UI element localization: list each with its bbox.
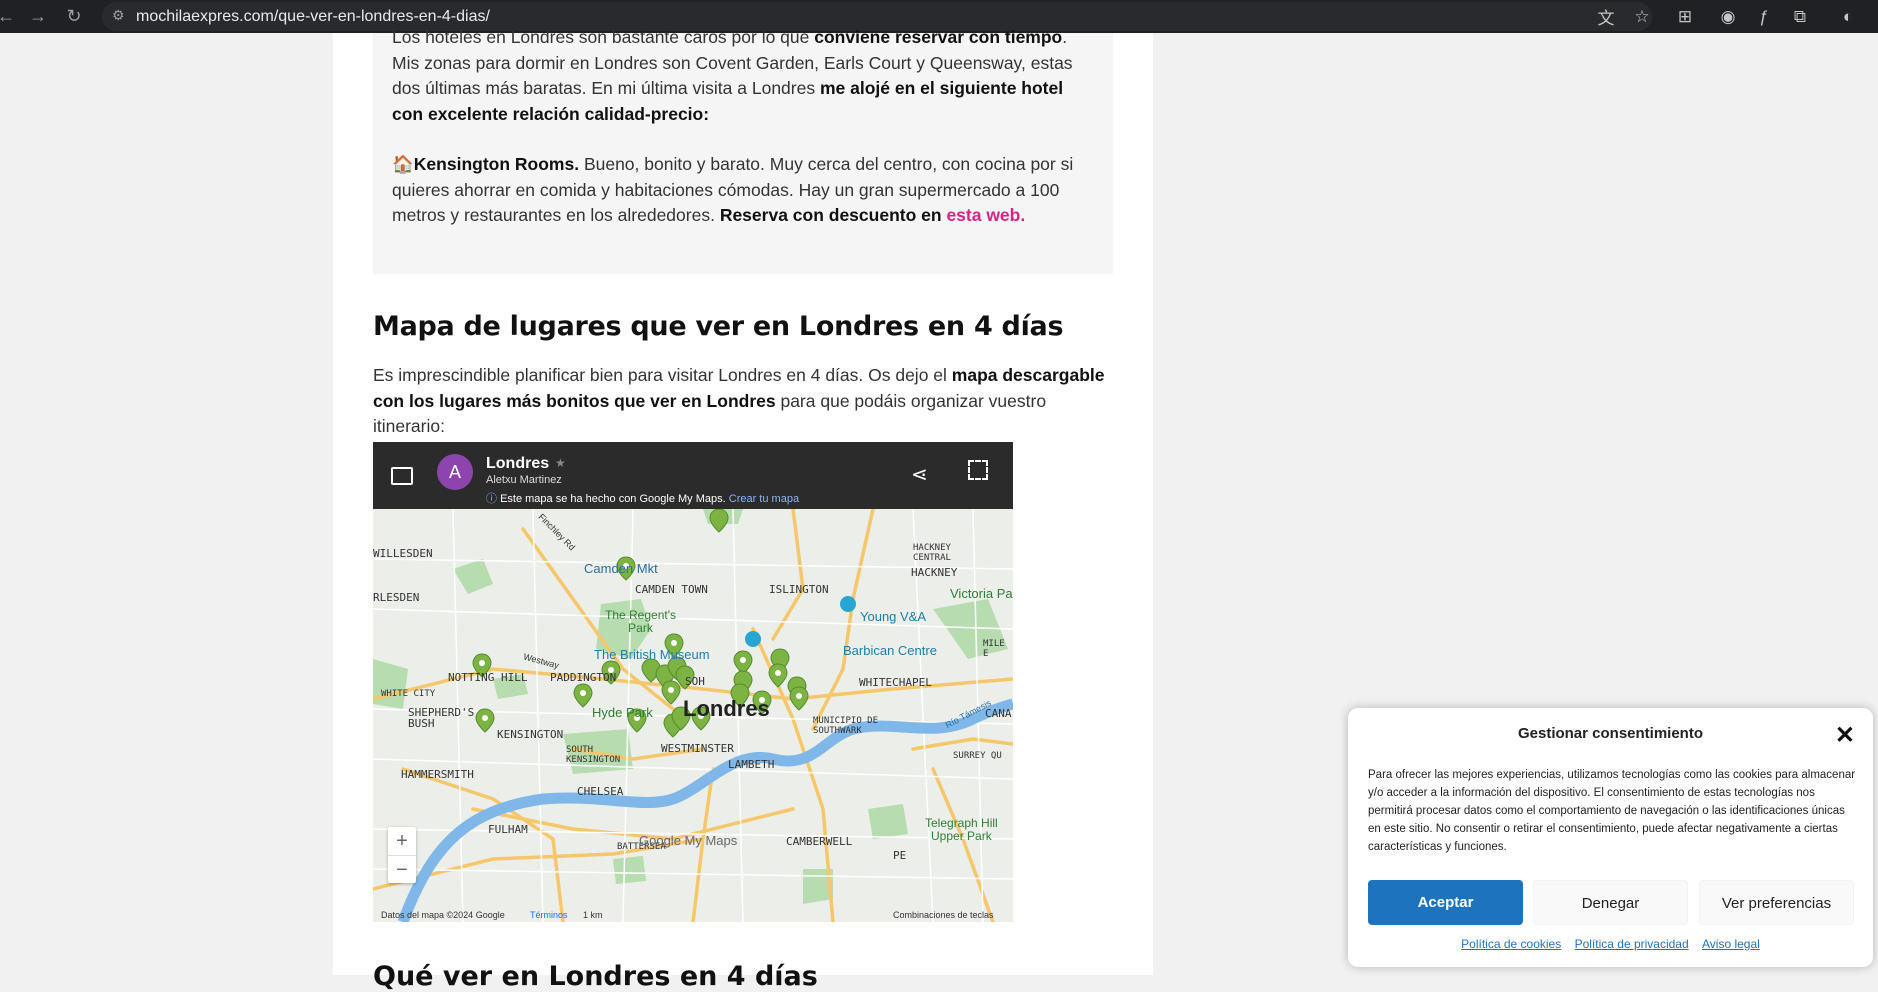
privacy-policy-link[interactable]: Política de privacidad — [1575, 937, 1689, 951]
map-label: WHITECHAPEL — [859, 676, 932, 689]
map-scale: 1 km — [583, 910, 603, 920]
map-title: Londres — [486, 455, 550, 472]
info-icon: ⓘ — [486, 493, 497, 505]
map-label: HAMMERSMITH — [401, 768, 474, 781]
house-icon: 🏠 — [392, 154, 414, 174]
map-label: SOH — [685, 675, 705, 688]
next-section-heading: Qué ver en Londres en 4 días — [373, 961, 818, 992]
map-author: Aletxu Martinez — [486, 474, 562, 486]
close-icon[interactable]: ✕ — [1835, 721, 1855, 750]
map-label: The British Museum — [594, 647, 710, 662]
map-copyright: Datos del mapa ©2024 Google — [381, 910, 505, 920]
map-label: WHITE CITY — [381, 689, 436, 699]
share-icon[interactable]: ⋖ — [911, 462, 928, 487]
consent-links: Política de cookies Política de privacid… — [1348, 937, 1873, 951]
cookie-policy-link[interactable]: Política de cookies — [1461, 937, 1561, 951]
avatar[interactable]: A — [437, 454, 473, 490]
google-my-maps-brand: Google My Maps — [639, 833, 738, 848]
bookmark-star-icon[interactable]: ☆ — [1624, 7, 1660, 27]
map-label: Victoria Pa — [950, 586, 1013, 601]
preferences-button[interactable]: Ver preferencias — [1699, 880, 1854, 925]
kensington-paragraph: 🏠Kensington Rooms. Bueno, bonito y barat… — [392, 154, 1074, 225]
zoom-controls: + − — [388, 827, 416, 883]
map-label: WESTMINSTER — [661, 742, 734, 755]
map-label: HACKNEY — [911, 566, 958, 579]
map-label: FULHAM — [488, 823, 528, 836]
map-label: Hyde Park — [592, 705, 653, 720]
map-note: ⓘ Este mapa se ha hecho con Google My Ma… — [486, 493, 800, 505]
profile-icon[interactable]: ◐ — [1818, 7, 1878, 27]
star-icon[interactable]: ★ — [555, 456, 566, 470]
map-label: Young V&A — [860, 609, 927, 624]
map-label: Barbican Centre — [843, 643, 937, 658]
map-footer: Datos del mapa ©2024 Google Términos 1 k… — [373, 908, 1013, 922]
zoom-in-button[interactable]: + — [388, 827, 416, 855]
puzzle-icon[interactable]: ⧉ — [1782, 7, 1818, 27]
zoom-out-button[interactable]: − — [388, 855, 416, 883]
formula-extension-icon[interactable]: ƒ — [1746, 7, 1782, 27]
translate-icon[interactable]: 文 — [1588, 4, 1624, 29]
map-header: A Londres ★ Aletxu Martinez ⓘ Este mapa … — [373, 442, 1013, 509]
map-label: CAMDEN TOWN — [635, 583, 708, 596]
legend-panel-icon[interactable] — [391, 467, 413, 485]
map-label: PADDINGTON — [550, 671, 617, 684]
embedded-map[interactable]: WILLESDEN Camden Mkt CAMDEN TOWN ISLINGT… — [373, 442, 1013, 922]
reload-icon[interactable]: ↻ — [60, 0, 88, 33]
map-label: Westway — [522, 651, 561, 671]
extension-icon[interactable]: ⊞ — [1660, 7, 1710, 27]
map-label: SOUTH KENSINGTON — [566, 745, 621, 765]
map-label: Finchley Rd — [536, 511, 578, 553]
back-icon[interactable]: ← — [0, 0, 20, 33]
map-label: WILLESDEN — [373, 547, 433, 560]
forward-icon[interactable]: → — [24, 0, 52, 33]
site-settings-icon[interactable]: ⚙ — [112, 7, 128, 23]
color-extension-icon[interactable]: ◉ — [1710, 7, 1746, 27]
map-label: CAMBERWELL — [786, 835, 853, 848]
consent-title: Gestionar consentimiento — [1517, 725, 1704, 742]
legal-notice-link[interactable]: Aviso legal — [1702, 937, 1760, 951]
map-label: RLESDEN — [373, 591, 420, 604]
map-label: CHELSEA — [577, 785, 624, 798]
consent-text: Para ofrecer las mejores experiencias, u… — [1368, 769, 1856, 853]
map-label: SHEPHERD'S BUSH — [408, 706, 475, 730]
keyboard-shortcuts-link[interactable]: Combinaciones de teclas — [893, 910, 994, 920]
section-heading: Mapa de lugares que ver en Londres en 4 … — [373, 311, 1064, 342]
article-page: Los hoteles en Londres son bastante caro… — [333, 27, 1153, 992]
map-label: HACKNEY CENTRAL — [913, 543, 951, 563]
url-text: mochilaexpres.com/que-ver-en-londres-en-… — [136, 7, 490, 25]
booking-link[interactable]: esta web. — [946, 205, 1025, 225]
accept-button[interactable]: Aceptar — [1368, 880, 1523, 925]
map-label: NOTTING HILL — [448, 671, 528, 684]
create-map-link[interactable]: Crear tu mapa — [729, 493, 799, 505]
terms-link[interactable]: Términos — [530, 910, 568, 920]
map-label: SURREY QU — [953, 751, 1002, 761]
map-label: PE — [893, 849, 907, 862]
map-label: KENSINGTON — [497, 728, 564, 741]
map-label: CANA — [985, 707, 1012, 720]
map-label: Londres — [683, 696, 770, 721]
deny-button[interactable]: Denegar — [1533, 880, 1688, 925]
map-label: Telegraph Hill Upper Park — [925, 816, 998, 843]
map-label: Camden Mkt — [584, 561, 658, 576]
map-label: The Regent's Park — [605, 608, 676, 635]
map-canvas[interactable]: WILLESDEN Camden Mkt CAMDEN TOWN ISLINGT… — [373, 507, 1013, 922]
cookie-consent-dialog: Gestionar consentimiento ✕ Para ofrecer … — [1348, 708, 1873, 967]
hotel-paragraph: Los hoteles en Londres son bastante caro… — [392, 27, 1073, 124]
map-intro-paragraph: Es imprescindible planificar bien para v… — [373, 365, 1105, 436]
map-label: MILE E — [983, 639, 1005, 659]
fullscreen-icon[interactable] — [968, 460, 988, 480]
map-label: MUNICIPIO DE SOUTHWARK — [813, 716, 879, 736]
map-label: ISLINGTON — [769, 583, 829, 596]
map-label: LAMBETH — [728, 758, 775, 771]
